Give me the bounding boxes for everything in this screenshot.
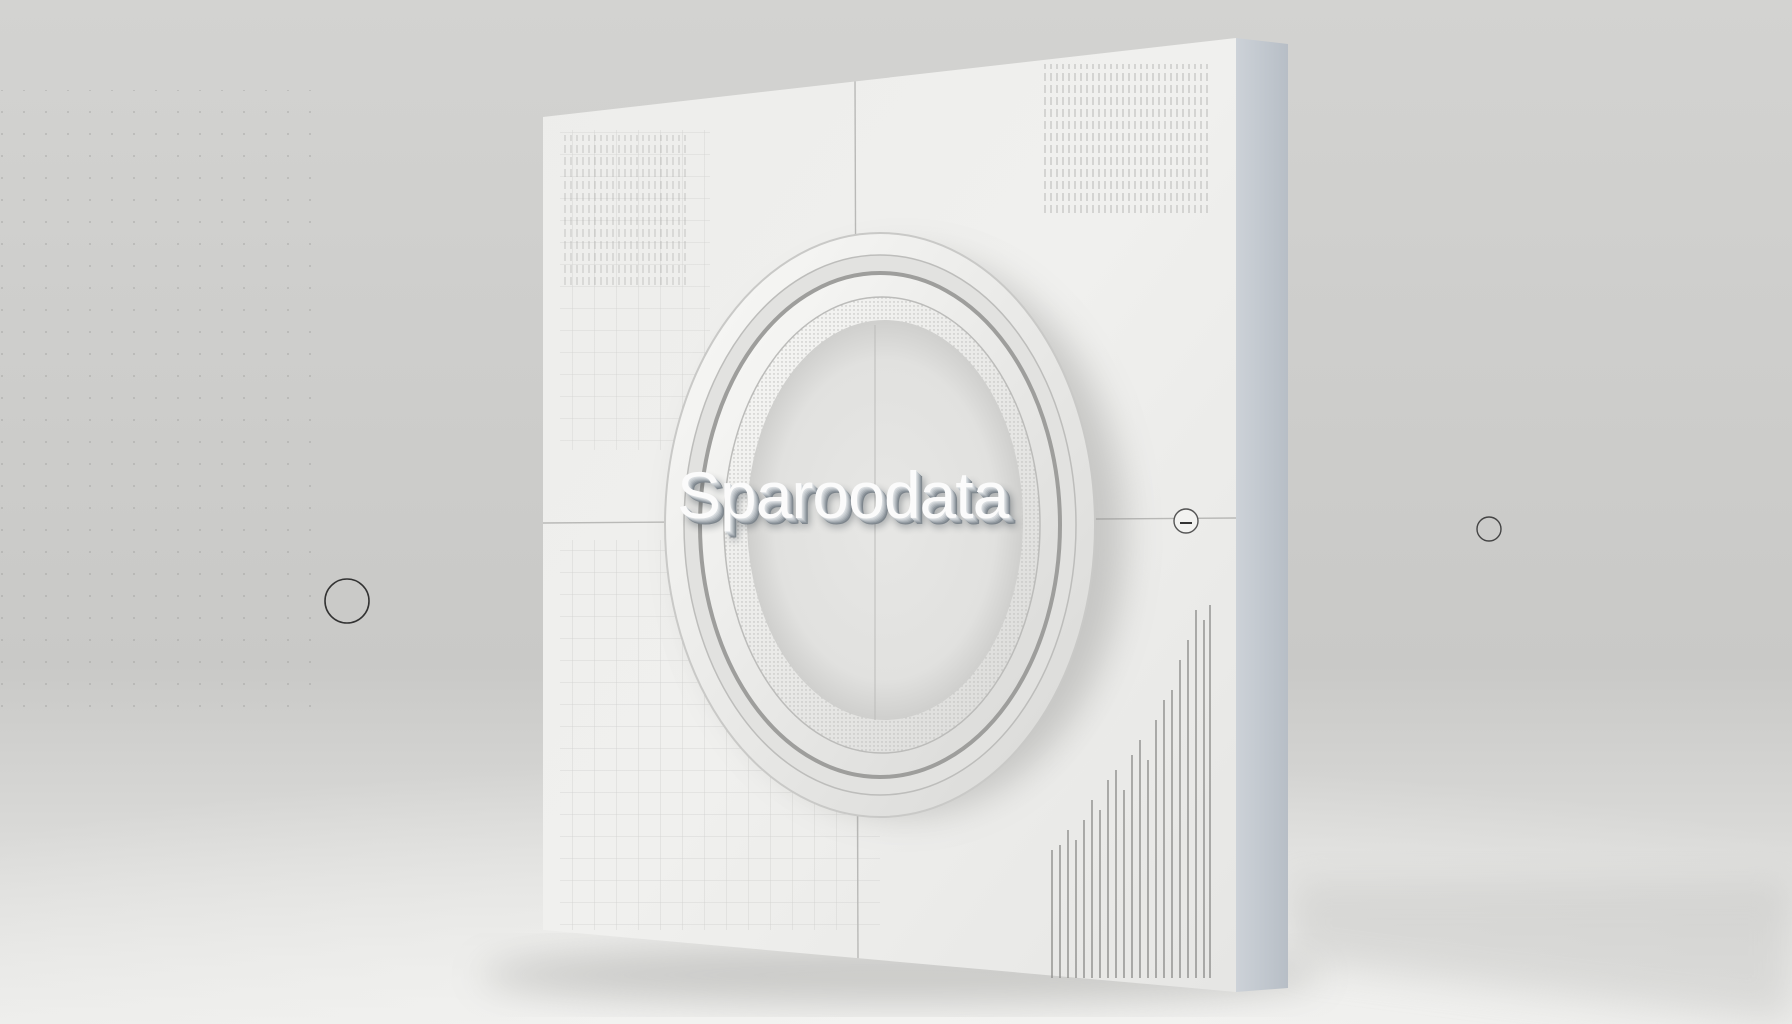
ring-knob-icon xyxy=(1173,508,1199,534)
panel-side xyxy=(1236,38,1288,992)
logo-text: Sparoodata xyxy=(677,458,1009,532)
